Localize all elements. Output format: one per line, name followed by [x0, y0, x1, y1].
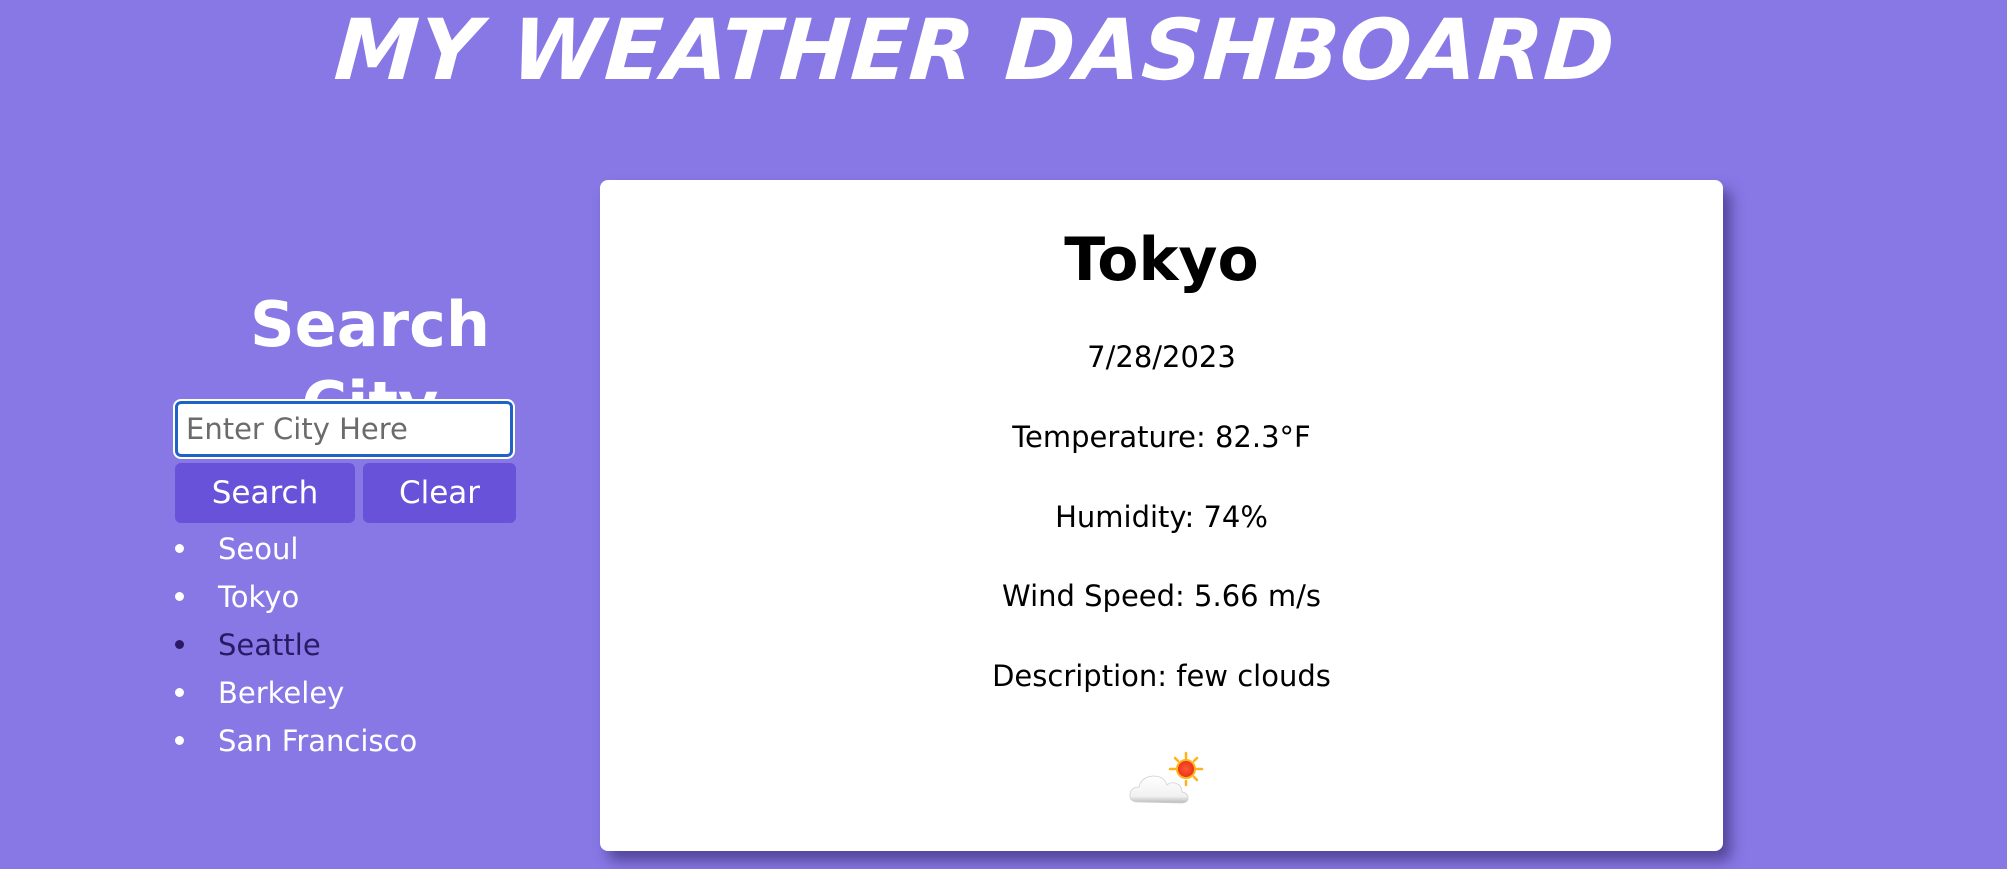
- history-item-berkeley[interactable]: Berkeley: [175, 669, 417, 717]
- history-item-label: Berkeley: [218, 676, 345, 710]
- weather-temperature: Temperature: 82.3°F: [1012, 420, 1311, 454]
- city-name: Tokyo: [1064, 225, 1259, 295]
- bullet-icon: [175, 688, 184, 697]
- history-item-san-francisco[interactable]: San Francisco: [175, 717, 417, 765]
- weather-date: 7/28/2023: [1087, 340, 1236, 374]
- search-panel: Search City Search Clear Seoul Tokyo Sea…: [173, 285, 595, 758]
- page: My Weather Dashboard Search City Search …: [0, 0, 2007, 869]
- search-history-list: Seoul Tokyo Seattle Berkeley San Francis…: [175, 525, 417, 765]
- history-item-seattle[interactable]: Seattle: [175, 621, 417, 669]
- weather-wind-speed: Wind Speed: 5.66 m/s: [1002, 579, 1321, 613]
- history-item-seoul[interactable]: Seoul: [175, 525, 417, 573]
- history-item-label: Tokyo: [218, 580, 300, 614]
- bullet-icon: [175, 544, 184, 553]
- history-item-label: San Francisco: [218, 724, 418, 758]
- search-button[interactable]: Search: [175, 463, 355, 523]
- history-item-label: Seoul: [218, 532, 299, 566]
- bullet-icon: [175, 592, 184, 601]
- weather-humidity: Humidity: 74%: [1055, 500, 1268, 534]
- few-clouds-day-icon: [1129, 751, 1204, 804]
- current-weather-card: Tokyo 7/28/2023 Temperature: 82.3°F Humi…: [600, 180, 1723, 851]
- clear-button[interactable]: Clear: [363, 463, 516, 523]
- bullet-icon: [175, 640, 184, 649]
- city-search-input[interactable]: [173, 399, 515, 459]
- weather-description: Description: few clouds: [992, 659, 1331, 693]
- bullet-icon: [175, 736, 184, 745]
- history-item-tokyo[interactable]: Tokyo: [175, 573, 417, 621]
- page-title: My Weather Dashboard: [331, 1, 1619, 99]
- history-item-label: Seattle: [218, 628, 321, 662]
